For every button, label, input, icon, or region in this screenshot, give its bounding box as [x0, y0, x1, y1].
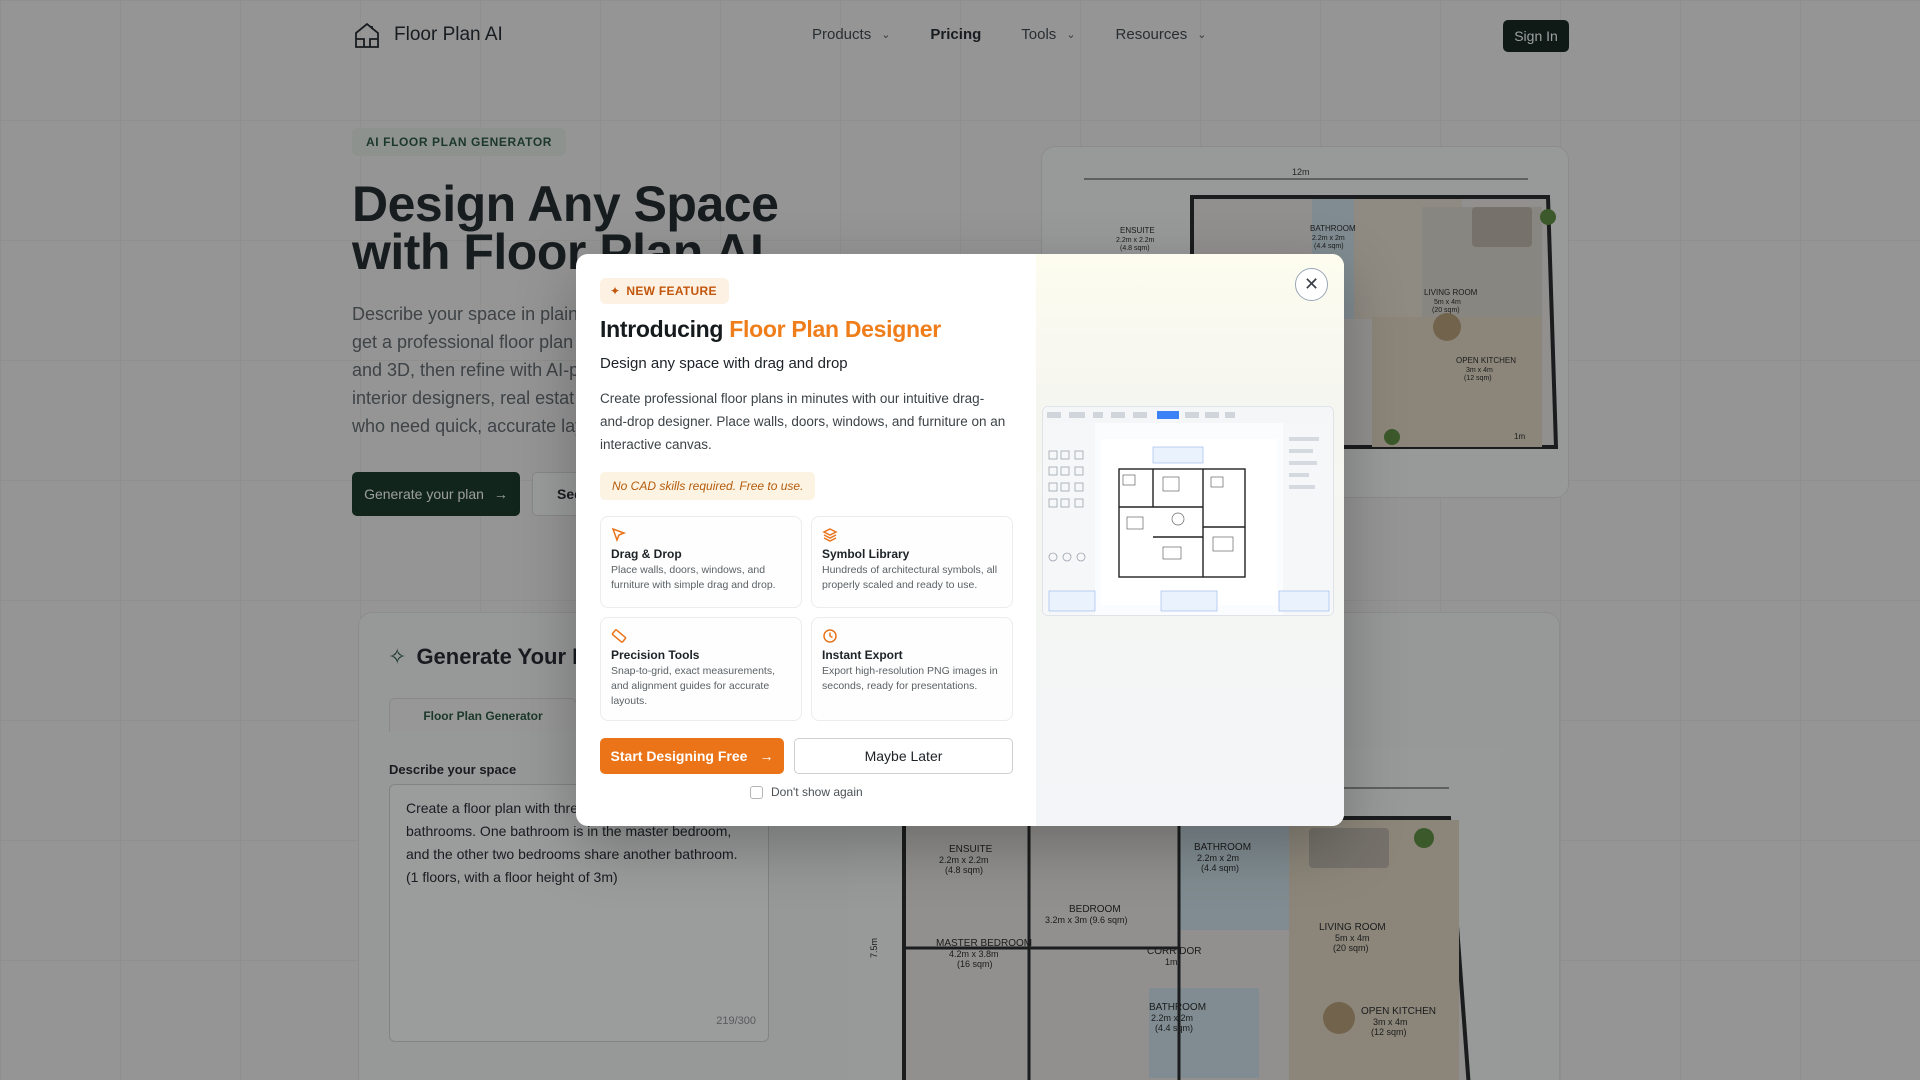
ruler-icon: [611, 628, 627, 644]
feature-title: Instant Export: [822, 648, 903, 662]
modal-title-prefix: Introducing: [600, 316, 730, 342]
feature-text: Place walls, doors, windows, and furnitu…: [611, 564, 776, 591]
feature-title: Precision Tools: [611, 648, 700, 662]
modal-title: Introducing Floor Plan Designer: [600, 316, 941, 343]
arrow-right-icon: →: [759, 748, 774, 764]
feature-text: Export high-resolution PNG images in sec…: [822, 665, 998, 692]
feature-card-symbol-library: Symbol Library Hundreds of architectural…: [811, 516, 1013, 608]
dont-show-again[interactable]: Don't show again: [750, 785, 863, 799]
start-designing-button[interactable]: Start Designing Free →: [600, 738, 784, 774]
maybe-later-button[interactable]: Maybe Later: [794, 738, 1013, 774]
modal-note: No CAD skills required. Free to use.: [600, 472, 816, 500]
feature-text: Hundreds of architectural symbols, all p…: [822, 564, 998, 591]
clock-icon: [822, 628, 838, 644]
close-icon[interactable]: ✕: [1295, 268, 1328, 301]
modal-title-accent: Floor Plan Designer: [729, 316, 941, 342]
feature-card-precision-tools: Precision Tools Snap-to-grid, exact meas…: [600, 617, 802, 721]
cursor-icon: [611, 527, 627, 543]
layers-icon: [822, 527, 838, 543]
feature-title: Drag & Drop: [611, 547, 682, 561]
sparkle-icon: ✦: [610, 284, 621, 298]
start-designing-label: Start Designing Free: [610, 748, 748, 764]
new-feature-label: NEW FEATURE: [626, 284, 717, 298]
designer-preview-image: [1042, 406, 1334, 616]
new-feature-badge: ✦ NEW FEATURE: [600, 278, 729, 304]
dont-show-checkbox[interactable]: [750, 785, 763, 799]
feature-card-drag-drop: Drag & Drop Place walls, doors, windows,…: [600, 516, 802, 608]
feature-title: Symbol Library: [822, 547, 910, 561]
dont-show-label: Don't show again: [771, 785, 863, 799]
modal-description: Create professional floor plans in minut…: [600, 391, 1006, 452]
modal-subtitle: Design any space with drag and drop: [600, 355, 848, 372]
feature-card-instant-export: Instant Export Export high-resolution PN…: [811, 617, 1013, 721]
feature-modal: ✦ NEW FEATURE Introducing Floor Plan Des…: [576, 254, 1344, 826]
feature-text: Snap-to-grid, exact measurements, and al…: [611, 665, 775, 707]
